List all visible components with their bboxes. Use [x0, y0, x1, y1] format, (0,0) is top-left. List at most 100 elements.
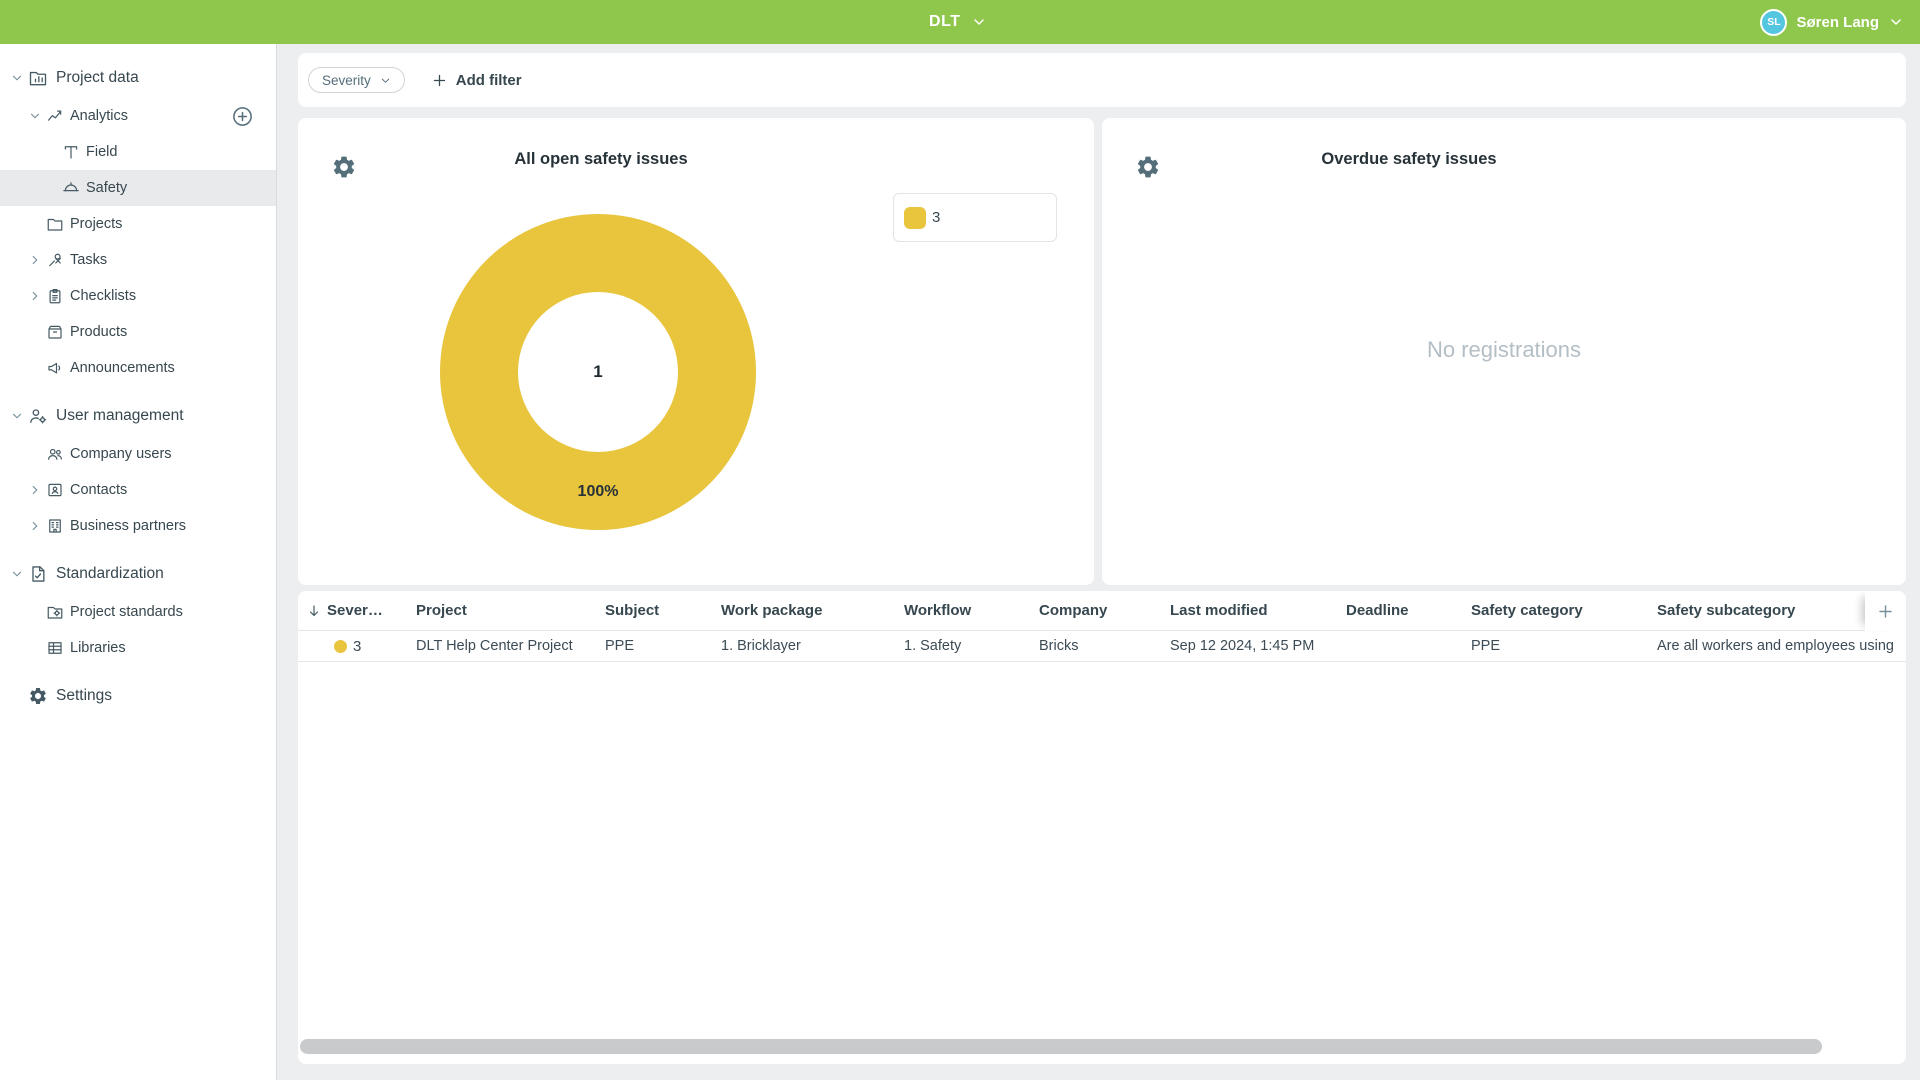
sidebar-item-products[interactable]: Products — [0, 314, 276, 350]
business-partners-icon — [46, 517, 64, 535]
sidebar-item-business-partners[interactable]: Business partners — [0, 508, 276, 544]
avatar: SL — [1760, 9, 1787, 36]
column-header-label: Deadline — [1346, 602, 1409, 619]
sidebar-item-label: Tasks — [70, 252, 107, 268]
add-analytics-button[interactable] — [231, 105, 254, 128]
sidebar-item-label: Products — [70, 324, 127, 340]
sidebar-item-label: Announcements — [70, 360, 175, 376]
add-column-button[interactable] — [1865, 591, 1906, 631]
announcements-icon — [46, 359, 64, 377]
column-header-deadline[interactable]: Deadline — [1346, 602, 1471, 619]
cell-company: Bricks — [1039, 638, 1170, 654]
sidebar-item-label: Libraries — [70, 640, 126, 656]
chevron-down-icon — [1888, 14, 1904, 30]
plus-icon — [1876, 602, 1895, 621]
sidebar-item-user-management[interactable]: User management — [0, 396, 276, 436]
chevron-down-icon[interactable] — [26, 107, 44, 125]
chart-legend-item[interactable]: 3 — [893, 193, 1057, 242]
severity-filter-label: Severity — [322, 73, 371, 88]
sidebar-item-checklists[interactable]: Checklists — [0, 278, 276, 314]
cell-last-modified: Sep 12 2024, 1:45 PM — [1170, 638, 1346, 654]
column-header-label: Safety category — [1471, 602, 1583, 619]
chevron-down-icon — [971, 14, 987, 30]
sidebar-item-label: User management — [56, 407, 184, 425]
column-header-label: Company — [1039, 602, 1107, 619]
sort-desc-icon — [306, 603, 322, 619]
table-body: 3DLT Help Center ProjectPPE1. Bricklayer… — [298, 631, 1906, 662]
add-filter-label: Add filter — [456, 72, 522, 89]
cell-project: DLT Help Center Project — [416, 638, 605, 654]
cell-subject: PPE — [605, 638, 721, 654]
safety-icon — [62, 179, 80, 197]
chevron-down-icon[interactable] — [8, 565, 26, 583]
chevron-right-icon[interactable] — [26, 251, 44, 269]
sidebar-item-label: Settings — [56, 687, 112, 705]
sidebar-item-settings[interactable]: Settings — [0, 676, 276, 716]
safety-issues-table: Sever… ProjectSubjectWork packageWorkflow… — [298, 591, 1906, 1064]
sidebar: Project data AnalyticsField Safety Projects… — [0, 44, 277, 1080]
cell-safety-category: PPE — [1471, 638, 1657, 654]
sidebar-item-label: Company users — [70, 446, 172, 462]
column-header-sever[interactable]: Sever… — [306, 602, 416, 619]
chevron-spacer — [26, 323, 44, 341]
sidebar-item-tasks[interactable]: Tasks — [0, 242, 276, 278]
chevron-right-icon[interactable] — [26, 517, 44, 535]
chevron-down-icon[interactable] — [8, 407, 26, 425]
column-header-project[interactable]: Project — [416, 602, 605, 619]
column-header-subject[interactable]: Subject — [605, 602, 721, 619]
add-filter-button[interactable]: Add filter — [431, 72, 522, 89]
legend-label: 3 — [932, 209, 940, 226]
column-header-label: Workflow — [904, 602, 971, 619]
sidebar-item-safety[interactable]: Safety — [0, 170, 276, 206]
column-header-label: Sever… — [327, 602, 383, 619]
sidebar-item-standardization[interactable]: Standardization — [0, 554, 276, 594]
sidebar-item-field[interactable]: Field — [0, 134, 276, 170]
card-all-open-safety-issues: All open safety issues 3 1 100% — [298, 118, 1094, 585]
donut-center-value: 1 — [593, 362, 602, 382]
standardization-icon — [28, 564, 48, 584]
filter-bar: Severity Add filter — [298, 53, 1906, 107]
sidebar-item-libraries[interactable]: Libraries — [0, 630, 276, 666]
sidebar-item-label: Safety — [86, 180, 127, 196]
cell-workflow: 1. Safety — [904, 638, 1039, 654]
chevron-right-icon[interactable] — [26, 481, 44, 499]
sidebar-item-analytics[interactable]: Analytics — [0, 98, 276, 134]
sidebar-nav: Project data AnalyticsField Safety Projects… — [0, 58, 276, 716]
chevron-spacer — [26, 359, 44, 377]
chevron-spacer — [26, 215, 44, 233]
table-row[interactable]: 3DLT Help Center ProjectPPE1. Bricklayer… — [298, 631, 1906, 662]
severity-filter-button[interactable]: Severity — [308, 67, 405, 93]
legend-swatch — [904, 207, 926, 229]
sidebar-item-project-standards[interactable]: Project standards — [0, 594, 276, 630]
horizontal-scrollbar[interactable] — [300, 1039, 1822, 1054]
column-header-label: Last modified — [1170, 602, 1268, 619]
column-header-last-modified[interactable]: Last modified — [1170, 602, 1346, 619]
sidebar-item-projects[interactable]: Projects — [0, 206, 276, 242]
settings-icon — [28, 686, 48, 706]
card-title: All open safety issues — [298, 150, 904, 169]
user-name: Søren Lang — [1796, 14, 1879, 31]
chevron-down-icon[interactable] — [8, 69, 26, 87]
column-header-safety-category[interactable]: Safety category — [1471, 602, 1657, 619]
column-header-company[interactable]: Company — [1039, 602, 1170, 619]
sidebar-item-project-data[interactable]: Project data — [0, 58, 276, 98]
user-menu[interactable]: SL Søren Lang — [1760, 0, 1904, 44]
company-users-icon — [46, 445, 64, 463]
content-area: Severity Add filter All open safety issu… — [277, 44, 1920, 1080]
card-overdue-safety-issues: Overdue safety issues No registrations — [1102, 118, 1906, 585]
sidebar-item-label: Standardization — [56, 565, 164, 583]
sidebar-item-company-users[interactable]: Company users — [0, 436, 276, 472]
sidebar-item-announcements[interactable]: Announcements — [0, 350, 276, 386]
project-switcher[interactable]: DLT — [929, 0, 987, 44]
chevron-spacer — [26, 639, 44, 657]
products-icon — [46, 323, 64, 341]
chevron-right-icon[interactable] — [26, 287, 44, 305]
column-header-workflow[interactable]: Workflow — [904, 602, 1039, 619]
column-header-work-package[interactable]: Work package — [721, 602, 904, 619]
donut-chart[interactable]: 1 100% — [440, 214, 756, 530]
sidebar-item-contacts[interactable]: Contacts — [0, 472, 276, 508]
main-layout: Project data AnalyticsField Safety Projects… — [0, 44, 1920, 1080]
sidebar-item-label: Project data — [56, 69, 139, 87]
sidebar-item-label: Checklists — [70, 288, 136, 304]
contacts-icon — [46, 481, 64, 499]
